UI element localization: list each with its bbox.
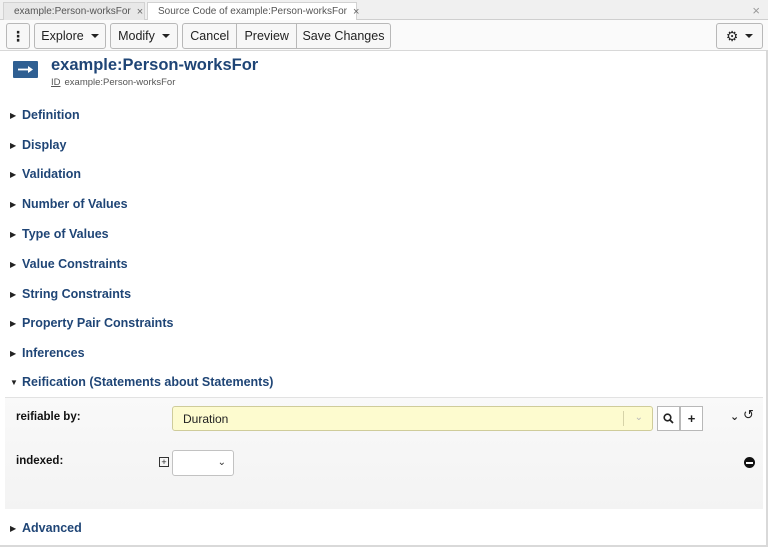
triangle-right-icon: ▶ [10, 289, 17, 299]
gear-icon: ⚙ [725, 27, 739, 44]
tab-resource[interactable]: example:Person-worksFor × [3, 2, 145, 20]
combo-separator [623, 411, 624, 426]
triangle-right-icon: ▶ [10, 348, 17, 358]
tab-resource-label: example:Person-worksFor [14, 6, 131, 17]
section-label: Value Constraints [22, 257, 128, 271]
plus-icon: + [687, 411, 696, 426]
section-property-pair-constraints[interactable]: ▶ Property Pair Constraints [10, 314, 173, 332]
caret-down-icon [161, 34, 170, 38]
chevron-down-icon[interactable]: ⌄ [635, 412, 643, 423]
section-label: Advanced [22, 521, 82, 535]
reifiable-by-value: Duration [183, 411, 229, 426]
section-definition[interactable]: ▶ Definition [10, 106, 80, 124]
tab-bar: example:Person-worksFor × Source Code of… [0, 0, 768, 20]
modify-button[interactable]: Modify [110, 23, 178, 49]
caret-down-icon [90, 34, 99, 38]
triangle-right-icon: ▶ [10, 318, 17, 328]
page-title: example:Person-worksFor [51, 56, 259, 74]
indexed-label: indexed: [16, 455, 64, 467]
edit-actions-group: Cancel Preview Save Changes [182, 23, 391, 49]
tab-source-code[interactable]: Source Code of example:Person-worksFor × [147, 2, 359, 20]
triangle-right-icon: ▶ [10, 169, 17, 179]
reifiable-by-combobox[interactable]: Duration ⌄ [172, 406, 653, 431]
indexed-select[interactable]: ⌄ [172, 450, 234, 476]
section-validation[interactable]: ▶ Validation [10, 165, 81, 183]
section-label: Reification (Statements about Statements… [22, 375, 274, 389]
section-label: Number of Values [22, 197, 128, 211]
add-value-icon[interactable]: + [159, 457, 169, 467]
id-value: example:Person-worksFor [64, 77, 176, 88]
section-label: Definition [22, 108, 80, 122]
add-button[interactable]: + [680, 406, 703, 431]
caret-down-icon [745, 34, 754, 38]
section-label: Type of Values [22, 227, 109, 241]
triangle-right-icon: ▶ [10, 110, 17, 120]
section-label: Display [22, 138, 67, 152]
remove-value-icon[interactable] [744, 457, 755, 468]
section-advanced[interactable]: ▶ Advanced [10, 519, 82, 537]
section-label: Inferences [22, 346, 85, 360]
preview-button[interactable]: Preview [237, 24, 297, 48]
tab-close-icon[interactable]: × [353, 6, 359, 18]
cancel-button[interactable]: Cancel [183, 24, 238, 48]
chevron-down-icon: ⌄ [217, 457, 226, 468]
modify-button-label: Modify [118, 29, 155, 43]
more-menu-button[interactable]: ⋮ [6, 23, 30, 49]
window-close-icon[interactable]: × [752, 3, 760, 18]
section-value-constraints[interactable]: ▶ Value Constraints [10, 255, 128, 273]
section-label: String Constraints [22, 287, 132, 301]
explore-button-label: Explore [41, 29, 84, 43]
section-reification[interactable]: ▼ Reification (Statements about Statement… [10, 373, 273, 391]
reifiable-by-label: reifiable by: [16, 411, 81, 423]
triangle-right-icon: ▶ [10, 199, 17, 209]
triangle-right-icon: ▶ [10, 523, 17, 533]
section-type-of-values[interactable]: ▶ Type of Values [10, 225, 109, 243]
property-arrow-icon [13, 61, 38, 78]
search-button[interactable] [657, 406, 680, 431]
chevron-down-icon[interactable]: ⌄ [730, 410, 739, 423]
id-label: ID [51, 77, 61, 88]
vertical-dots-icon: ⋮ [11, 27, 25, 44]
tab-close-icon[interactable]: × [137, 6, 143, 18]
section-string-constraints[interactable]: ▶ String Constraints [10, 285, 131, 303]
resource-id: ID example:Person-worksFor [51, 77, 175, 88]
triangle-right-icon: ▶ [10, 140, 17, 150]
undo-icon[interactable]: ↺ [743, 407, 754, 423]
section-display[interactable]: ▶ Display [10, 136, 66, 154]
explore-button[interactable]: Explore [34, 23, 106, 49]
section-label: Property Pair Constraints [22, 316, 174, 330]
section-label: Validation [22, 167, 82, 181]
triangle-right-icon: ▶ [10, 259, 17, 269]
search-icon [663, 413, 674, 424]
triangle-down-icon: ▼ [10, 377, 18, 387]
triangle-right-icon: ▶ [10, 229, 17, 239]
section-inferences[interactable]: ▶ Inferences [10, 344, 85, 362]
settings-button[interactable]: ⚙ [716, 23, 763, 49]
section-number-of-values[interactable]: ▶ Number of Values [10, 195, 128, 213]
save-changes-button[interactable]: Save Changes [297, 24, 390, 48]
tab-source-code-label: Source Code of example:Person-worksFor [158, 6, 347, 17]
toolbar: ⋮ Explore Modify Cancel Preview Save Cha… [0, 20, 768, 51]
